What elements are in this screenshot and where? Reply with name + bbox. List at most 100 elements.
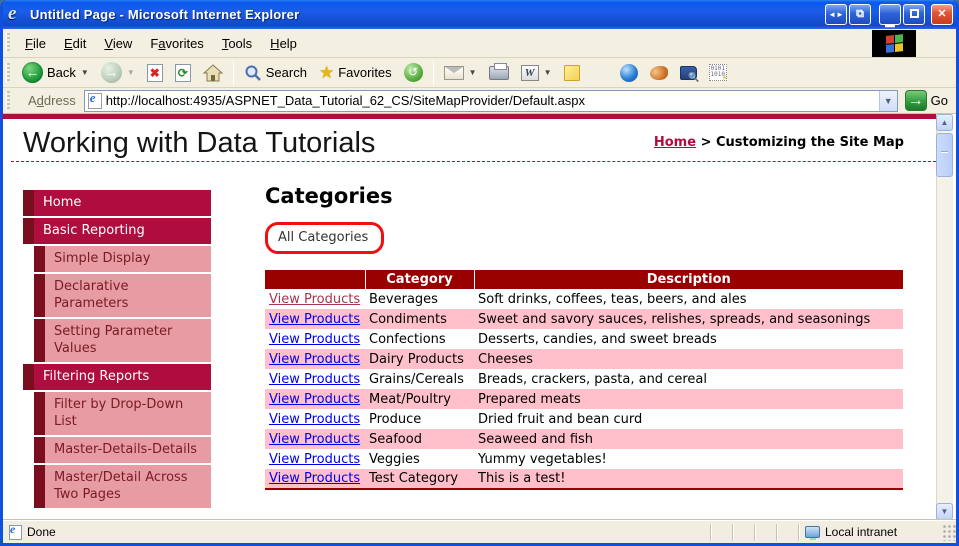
edit-with-word-button[interactable]: W ▼ — [515, 60, 558, 86]
maximize-button[interactable] — [903, 4, 925, 25]
sidebar-indent-strip — [23, 190, 34, 216]
status-pane — [754, 523, 776, 541]
scroll-thumb[interactable] — [936, 133, 953, 177]
address-url[interactable]: http://localhost:4935/ASPNET_Data_Tutori… — [106, 93, 879, 108]
description-cell: Sweet and savory sauces, relishes, sprea… — [478, 311, 871, 327]
category-cell: Veggies — [369, 451, 420, 467]
stop-button[interactable]: ✖ — [141, 60, 169, 86]
mail-button[interactable]: ▼ — [438, 60, 483, 86]
address-dropdown-icon[interactable]: ▼ — [878, 90, 897, 111]
view-products-link[interactable]: View Products — [269, 352, 360, 367]
address-input[interactable]: http://localhost:4935/ASPNET_Data_Tutori… — [83, 89, 898, 112]
menu-view[interactable]: View — [95, 32, 141, 55]
sidebar-item-declarative-parameters[interactable]: Declarative Parameters — [34, 274, 211, 317]
view-products-link[interactable]: View Products — [269, 372, 360, 387]
view-products-link[interactable]: View Products — [269, 432, 360, 447]
sidebar-menu: Home Basic Reporting Simple Display Declara… — [23, 190, 211, 520]
sidebar-item-master-detail-across-two-pages[interactable]: Master/Detail Across Two Pages — [34, 465, 211, 508]
mail-dropdown-icon[interactable]: ▼ — [469, 68, 477, 77]
sidebar-item-filter-by-drop-down-list[interactable]: Filter by Drop-Down List — [34, 392, 211, 435]
local-intranet-icon — [805, 526, 820, 540]
search-button[interactable]: Search — [238, 60, 313, 86]
vertical-scrollbar[interactable]: ▲ ▼ — [936, 114, 953, 520]
back-icon: ← — [22, 62, 43, 83]
column-header-category: Category — [365, 270, 475, 289]
toolbar-grip[interactable] — [6, 62, 10, 83]
column-header-blank — [265, 270, 366, 289]
research-button[interactable] — [674, 60, 703, 86]
history-icon: ↺ — [403, 63, 423, 82]
go-button[interactable]: → Go — [904, 90, 948, 111]
home-button[interactable] — [197, 60, 229, 86]
view-products-link[interactable]: View Products — [269, 452, 360, 467]
menu-tools[interactable]: Tools — [213, 32, 261, 55]
view-products-link[interactable]: View Products — [269, 332, 360, 347]
accent-bar — [3, 114, 936, 119]
view-products-link[interactable]: View Products — [269, 471, 360, 486]
zone-text: Local intranet — [825, 525, 898, 539]
minimize-button[interactable]: ▁ — [879, 4, 901, 27]
sidebar-item-label: Basic Reporting — [34, 218, 211, 244]
site-title: Working with Data Tutorials — [23, 127, 376, 159]
scroll-down-button[interactable]: ▼ — [936, 503, 953, 520]
sidebar-indent-strip — [34, 319, 45, 362]
all-categories-link[interactable]: All Categories — [265, 222, 385, 254]
breadcrumb: Home > Customizing the Site Map — [654, 135, 904, 150]
menu-help[interactable]: Help — [261, 32, 306, 55]
print-button[interactable] — [483, 60, 515, 86]
messenger-button[interactable] — [614, 60, 644, 86]
table-row: View Products Veggies Yummy vegetables! — [265, 449, 903, 469]
edit-dropdown-icon[interactable]: ▼ — [544, 68, 552, 77]
favorites-button[interactable]: ★ Favorites — [313, 60, 398, 86]
refresh-icon: ⟳ — [174, 63, 191, 82]
stop-icon: ✖ — [146, 63, 163, 82]
discuss-notes-button[interactable] — [558, 60, 586, 86]
scroll-up-button[interactable]: ▲ — [936, 114, 953, 131]
resize-grip[interactable] — [942, 523, 956, 541]
description-cell: Dried fruit and bean curd — [478, 411, 643, 427]
back-dropdown-icon[interactable]: ▼ — [81, 68, 89, 77]
status-bar: Done Local intranet — [3, 520, 956, 543]
forward-button[interactable]: → ▼ — [95, 60, 141, 86]
sidebar-indent-strip — [34, 465, 45, 508]
sidebar-item-simple-display[interactable]: Simple Display — [34, 246, 211, 272]
script-debug-icon: 0101 1010 — [708, 64, 727, 81]
sidebar-item-setting-parameter-values[interactable]: Setting Parameter Values — [34, 319, 211, 362]
sidebar-item-basic-reporting[interactable]: Basic Reporting — [23, 218, 211, 244]
description-cell: Prepared meats — [478, 391, 581, 407]
sidebar-item-home[interactable]: Home — [23, 190, 211, 216]
sidebar-item-filtering-reports[interactable]: Filtering Reports — [23, 364, 211, 390]
table-row: View Products Seafood Seaweed and fish — [265, 429, 903, 449]
close-button[interactable]: ✕ — [931, 4, 953, 25]
description-cell: This is a test! — [478, 471, 566, 486]
menu-favorites[interactable]: Favorites — [141, 32, 212, 55]
view-products-link[interactable]: View Products — [269, 392, 360, 407]
toolbar-grip[interactable] — [6, 90, 10, 111]
breadcrumb-separator: > — [696, 135, 716, 150]
status-pane — [710, 523, 732, 541]
standard-toolbar: ← Back ▼ → ▼ ✖ ⟳ Search ★ Favorites ↺ ▼ … — [3, 58, 956, 88]
refresh-button[interactable]: ⟳ — [169, 60, 197, 86]
menu-edit[interactable]: Edit — [55, 32, 95, 55]
toolbar-grip[interactable] — [6, 33, 10, 53]
view-products-link[interactable]: View Products — [269, 312, 360, 327]
addon-button[interactable] — [644, 60, 674, 86]
search-label: Search — [265, 65, 307, 80]
table-row: View Products Grains/Cereals Breads, crack… — [265, 369, 903, 389]
sidebar-item-master-details-details[interactable]: Master-Details-Details — [34, 437, 211, 463]
view-products-link[interactable]: View Products — [269, 412, 360, 427]
description-cell: Breads, crackers, pasta, and cereal — [478, 371, 707, 387]
categories-table: Category Description View Products Beverag… — [265, 270, 903, 490]
print-icon — [488, 62, 509, 80]
sidebar-indent-strip — [34, 437, 45, 463]
back-button[interactable]: ← Back ▼ — [16, 60, 95, 86]
history-button[interactable]: ↺ — [398, 60, 429, 86]
pan-arrows-button[interactable]: ◄► — [825, 4, 847, 25]
view-products-link[interactable]: View Products — [269, 292, 360, 307]
detach-window-button[interactable]: ⧉ — [849, 4, 871, 25]
menu-file[interactable]: File — [16, 32, 55, 55]
script-debug-button[interactable]: 0101 1010 — [703, 60, 733, 86]
breadcrumb-home-link[interactable]: Home — [654, 135, 696, 150]
table-row: View Products Beverages Soft drinks, coffe… — [265, 289, 903, 309]
status-pane — [732, 523, 754, 541]
